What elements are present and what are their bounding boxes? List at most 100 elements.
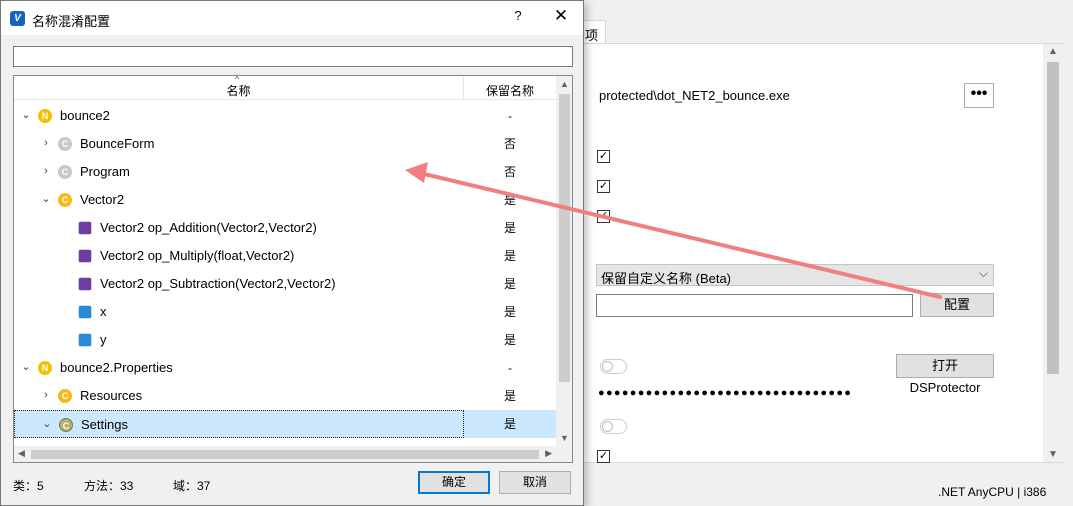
scroll-right-icon[interactable]: ▶	[545, 448, 552, 459]
tree-row-label: Vector2 op_Subtraction(Vector2,Vector2)	[100, 276, 336, 291]
scroll-left-icon[interactable]: ◀	[18, 448, 25, 459]
scroll-down-icon[interactable]: ▼	[560, 433, 569, 443]
tree-row-name-cell[interactable]: Vector2 op_Subtraction(Vector2,Vector2)	[14, 270, 464, 298]
chevron-right-icon[interactable]: ›	[40, 137, 52, 149]
cancel-button[interactable]: 取消	[499, 471, 571, 494]
tree-row-name-cell[interactable]: x	[14, 298, 464, 326]
toggle-switch-1[interactable]	[600, 359, 627, 374]
option-checkbox-2[interactable]: ✓	[597, 180, 610, 193]
tree-row-keep-cell[interactable]: 是	[464, 326, 556, 354]
tree-horizontal-scrollbar[interactable]: ◀ ▶	[14, 446, 556, 462]
tree-row-keep-cell[interactable]: 是	[464, 214, 556, 242]
dialog-titlebar[interactable]: V 名称混淆配置 ? ✕	[1, 1, 583, 35]
method-icon	[78, 221, 92, 235]
chevron-down-icon[interactable]: ⌄	[20, 109, 32, 121]
toggle-knob	[602, 421, 613, 432]
config-button[interactable]: 配置	[920, 293, 994, 317]
tree-row-name-cell[interactable]: › C Resources	[14, 382, 464, 410]
chevron-down-icon[interactable]: ⌄	[41, 418, 53, 430]
tree-row-keep-cell[interactable]: -	[464, 102, 556, 130]
tree-row-name-cell[interactable]: ⌄ C Settings	[14, 410, 464, 438]
tree-row-label: bounce2	[60, 108, 110, 123]
column-header-keep[interactable]: 保留名称	[464, 76, 556, 100]
tree-row-keep-cell[interactable]: 是	[464, 242, 556, 270]
tree-row-keep-cell[interactable]: 是	[464, 382, 556, 410]
column-header-name[interactable]: ^ 名称	[14, 76, 464, 100]
tree-row[interactable]: Vector2 op_Subtraction(Vector2,Vector2) 是	[14, 270, 556, 298]
browse-button[interactable]: •••	[964, 83, 994, 108]
custom-name-input[interactable]	[596, 294, 913, 317]
open-dsprotector-button[interactable]: 打开DSProtector	[896, 354, 994, 395]
tree-row[interactable]: Vector2 op_Multiply(float,Vector2) 是	[14, 242, 556, 270]
tree-row-keep-cell[interactable]: -	[464, 354, 556, 382]
chevron-right-icon[interactable]: ›	[40, 165, 52, 177]
tree-row-name-cell[interactable]: › C BounceForm	[14, 130, 464, 158]
chevron-down-icon[interactable]: ⌄	[20, 361, 32, 373]
field-icon	[78, 305, 92, 319]
tree-row[interactable]: ⌄ Nbounce2 -	[14, 102, 556, 130]
tree-row-keep-cell[interactable]: 是	[464, 410, 556, 438]
tree-row-name-cell[interactable]: ⌄ C Vector2	[14, 186, 464, 214]
method-count: 方法：33	[84, 479, 134, 493]
option-checkbox-3[interactable]: ✓	[597, 210, 610, 223]
scroll-down-icon[interactable]: ▼	[1048, 449, 1058, 460]
chevron-down-icon[interactable]: ⌄	[40, 193, 52, 205]
tree-row-name-cell[interactable]: Vector2 op_Multiply(float,Vector2)	[14, 242, 464, 270]
scroll-up-icon[interactable]: ▲	[1048, 46, 1058, 57]
name-tree[interactable]: ^ 名称 保留名称 ⌄ Nbounce2 - › C BounceForm 否 › C Progr…	[13, 75, 573, 463]
tree-row-label: Program	[80, 164, 130, 179]
tree-row-label: y	[100, 332, 107, 347]
tree-row[interactable]: ⌄ Nbounce2.Properties -	[14, 354, 556, 382]
tree-row-keep-cell[interactable]: 是	[464, 298, 556, 326]
tree-row[interactable]: › C Resources 是	[14, 382, 556, 410]
tree-row-name-cell[interactable]: ⌄ Nbounce2	[14, 102, 464, 130]
chevron-right-icon[interactable]: ›	[40, 389, 52, 401]
option-checkbox-4[interactable]: ✓	[597, 450, 610, 463]
tree-row[interactable]: x是	[14, 298, 556, 326]
tree-row-name-cell[interactable]: y	[14, 326, 464, 354]
tree-row-keep-cell[interactable]: 否	[464, 158, 556, 186]
tree-row-label: Resources	[80, 388, 143, 403]
namespace-icon: N	[38, 361, 52, 375]
chevron-down-icon: ⌵	[978, 266, 988, 280]
tree-row-name-cell[interactable]: Vector2 op_Addition(Vector2,Vector2)	[14, 214, 464, 242]
tree-row[interactable]: › C BounceForm 否	[14, 130, 556, 158]
tree-row-keep-cell[interactable]: 是	[464, 186, 556, 214]
tree-row-label: Settings	[81, 417, 128, 432]
search-input[interactable]	[13, 46, 573, 67]
status-bar-text: .NET AnyCPU | i386	[938, 485, 1047, 499]
tree-row-keep-cell[interactable]: 是	[464, 270, 556, 298]
panel-scrollbar[interactable]: ▲ ▼	[1043, 44, 1063, 462]
tree-vertical-scrollbar[interactable]: ▲ ▼	[556, 76, 572, 446]
scroll-thumb[interactable]	[1047, 62, 1059, 374]
field-count: 域：37	[173, 479, 211, 493]
tree-row[interactable]: › C Program 否	[14, 158, 556, 186]
tree-row[interactable]: ⌄ C Vector2 是	[14, 186, 556, 214]
tree-row-label: Vector2	[80, 192, 125, 207]
tree-row[interactable]: ⌄ C Settings 是	[14, 410, 556, 438]
scroll-up-icon[interactable]: ▲	[560, 79, 569, 89]
field-icon	[78, 333, 92, 347]
dialog-title: 名称混淆配置	[32, 14, 111, 29]
class-icon: C	[59, 418, 73, 432]
tree-row[interactable]: Vector2 op_Addition(Vector2,Vector2) 是	[14, 214, 556, 242]
rename-mode-select[interactable]: 保留自定义名称 (Beta) ⌵	[596, 264, 994, 286]
help-button[interactable]: ?	[508, 8, 528, 28]
tree-row-label: Vector2 op_Addition(Vector2,Vector2)	[100, 220, 317, 235]
close-button[interactable]: ✕	[551, 6, 571, 28]
ok-button[interactable]: 确定	[418, 471, 490, 494]
password-field[interactable]: ●●●●●●●●●●●●●●●●●●●●●●●●●●●●●●●●	[598, 387, 852, 399]
tree-header: ^ 名称 保留名称	[14, 76, 556, 100]
class-icon: C	[58, 137, 72, 151]
scroll-thumb[interactable]	[31, 450, 539, 459]
options-panel: protected\dot_NET2_bounce.exe ••• ✓ ✓ ✓ …	[570, 43, 1063, 463]
tree-row-keep-cell[interactable]: 否	[464, 130, 556, 158]
tree-row-name-cell[interactable]: ⌄ Nbounce2.Properties	[14, 354, 464, 382]
toggle-switch-2[interactable]	[600, 419, 627, 434]
tree-row-name-cell[interactable]: › C Program	[14, 158, 464, 186]
app-logo-icon: V	[10, 11, 25, 26]
name-obfuscation-dialog: V 名称混淆配置 ? ✕ ^ 名称 保留名称 ⌄ Nbounce2 - › C Bounc…	[0, 0, 584, 506]
scroll-thumb[interactable]	[559, 94, 570, 382]
option-checkbox-1[interactable]: ✓	[597, 150, 610, 163]
tree-row[interactable]: y是	[14, 326, 556, 354]
